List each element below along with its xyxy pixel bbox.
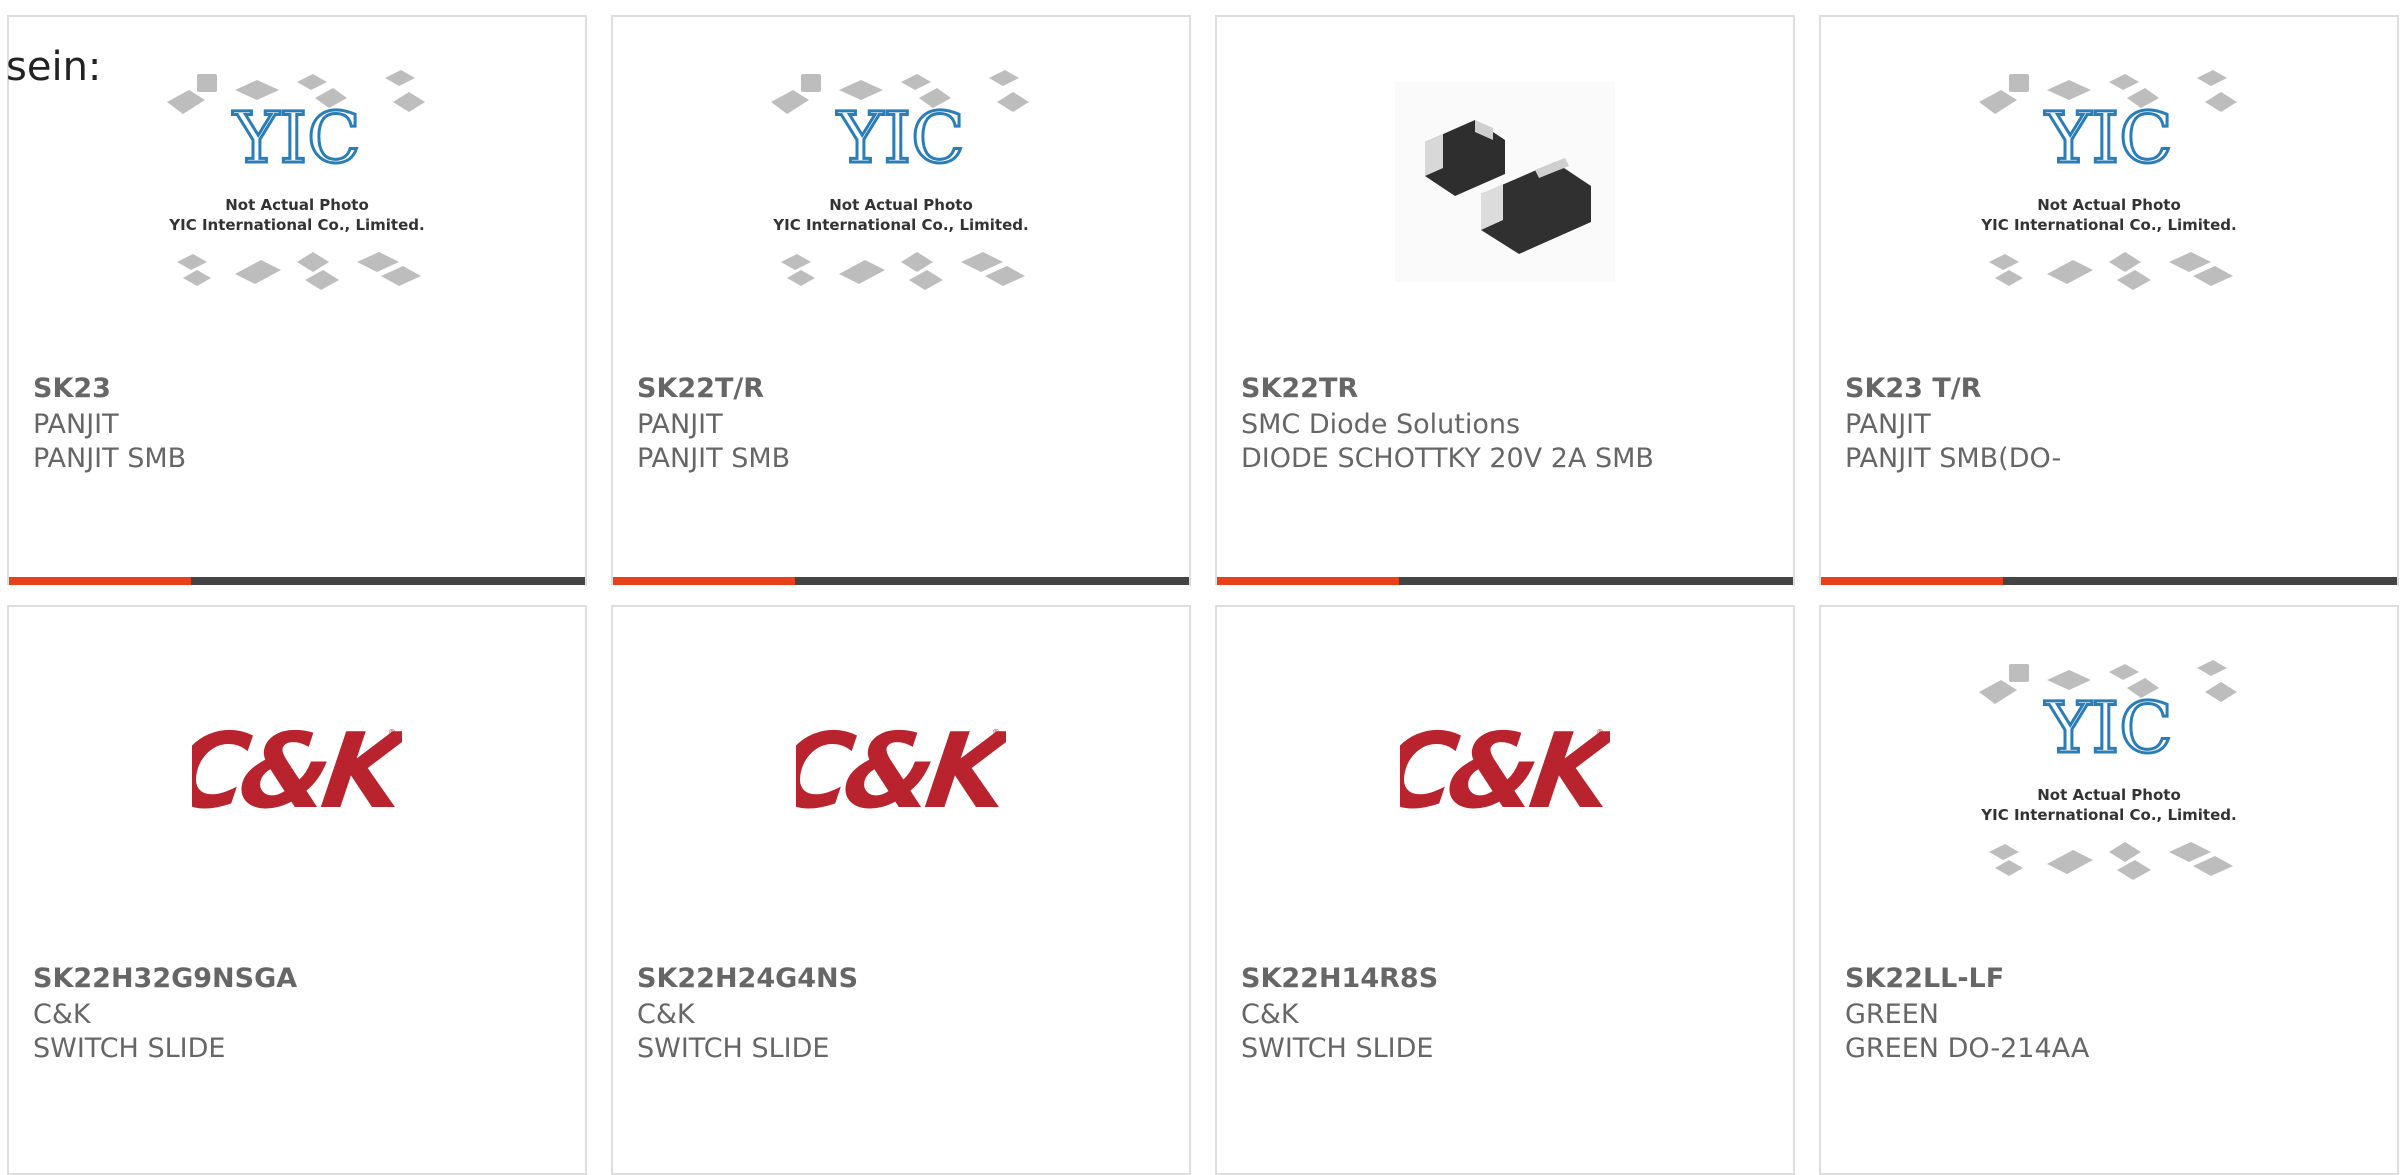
product-description: SWITCH SLIDE <box>33 1033 226 1064</box>
brand-name: PANJIT <box>1845 409 1931 440</box>
part-number[interactable]: SK22H24G4NS <box>637 963 858 994</box>
svg-text:YIC International Co., Limited: YIC International Co., Limited. <box>168 216 424 234</box>
product-image[interactable]: C&K ® <box>9 607 585 937</box>
product-description: PANJIT SMB <box>637 443 791 474</box>
svg-text:YIC International Co., Limited: YIC International Co., Limited. <box>1980 216 2236 234</box>
card-accent-bar <box>613 577 795 585</box>
product-card[interactable]: C&K ® SK22H14R8S C&K SWITCH SLIDE <box>1215 605 1795 1175</box>
product-description: DIODE SCHOTTKY 20V 2A SMB <box>1241 443 1654 474</box>
svg-text:®: ® <box>1596 728 1604 737</box>
svg-text:YIC International Co., Limited: YIC International Co., Limited. <box>772 216 1028 234</box>
product-card[interactable]: C&K ® SK22H32G9NSGA C&K SWITCH SLIDE <box>7 605 587 1175</box>
svg-text:C&K: C&K <box>192 717 402 827</box>
product-card[interactable]: YIC Not Actual Photo YIC International C… <box>611 15 1191 585</box>
card-bottom-bar <box>1821 577 2397 585</box>
svg-text:YIC: YIC <box>836 97 964 179</box>
svg-text:Not Actual Photo: Not Actual Photo <box>2037 786 2181 804</box>
diode-photo <box>1395 82 1615 282</box>
brand-name: C&K <box>1241 999 1299 1030</box>
card-bottom-bar <box>1217 577 1793 585</box>
yic-placeholder-image: YIC Not Actual Photo YIC International C… <box>1979 70 2237 290</box>
card-accent-bar <box>1821 577 2003 585</box>
svg-text:YIC: YIC <box>2044 97 2172 179</box>
card-accent-bar <box>1217 577 1399 585</box>
card-bottom-bar <box>613 577 1189 585</box>
product-description: SWITCH SLIDE <box>1241 1033 1434 1064</box>
part-number[interactable]: SK22TR <box>1241 373 1358 404</box>
brand-name: SMC Diode Solutions <box>1241 409 1521 440</box>
svg-text:Not Actual Photo: Not Actual Photo <box>225 196 369 214</box>
brand-name: PANJIT <box>33 409 119 440</box>
yic-placeholder-image: YIC Not Actual Photo YIC International C… <box>167 70 425 290</box>
part-number[interactable]: SK22T/R <box>637 373 764 404</box>
lead-text: sein: <box>6 44 102 90</box>
product-description: SWITCH SLIDE <box>637 1033 830 1064</box>
brand-name: GREEN <box>1845 999 1939 1030</box>
brand-name: PANJIT <box>637 409 723 440</box>
card-accent-bar <box>9 577 191 585</box>
ck-logo: C&K ® <box>192 717 402 827</box>
part-number[interactable]: SK23 <box>33 373 111 404</box>
svg-text:YIC International Co., Limited: YIC International Co., Limited. <box>1980 806 2236 824</box>
card-bottom-bar <box>9 577 585 585</box>
ck-logo: C&K ® <box>796 717 1006 827</box>
svg-text:YIC: YIC <box>232 97 360 179</box>
product-image[interactable]: C&K ® <box>613 607 1189 937</box>
part-number[interactable]: SK22H32G9NSGA <box>33 963 297 994</box>
yic-placeholder-image: YIC Not Actual Photo YIC International C… <box>771 70 1029 290</box>
product-card[interactable]: YIC Not Actual Photo YIC International C… <box>1819 605 2399 1175</box>
product-grid: YIC Not Actual Photo YIC International C… <box>0 0 2400 1175</box>
brand-name: C&K <box>33 999 91 1030</box>
yic-placeholder-image: YIC Not Actual Photo YIC International C… <box>1979 660 2237 880</box>
svg-text:®: ® <box>388 728 396 737</box>
product-card[interactable]: YIC Not Actual Photo YIC International C… <box>1819 15 2399 585</box>
product-image[interactable]: YIC Not Actual Photo YIC International C… <box>1821 607 2397 937</box>
ck-logo: C&K ® <box>1400 717 1610 827</box>
product-description: PANJIT SMB(DO- <box>1845 443 2062 474</box>
svg-text:Not Actual Photo: Not Actual Photo <box>2037 196 2181 214</box>
product-image[interactable] <box>1217 17 1793 347</box>
product-card[interactable]: C&K ® SK22H24G4NS C&K SWITCH SLIDE <box>611 605 1191 1175</box>
brand-name: C&K <box>637 999 695 1030</box>
product-description: GREEN DO-214AA <box>1845 1033 2090 1064</box>
svg-text:Not Actual Photo: Not Actual Photo <box>829 196 973 214</box>
product-card[interactable]: YIC Not Actual Photo YIC International C… <box>7 15 587 585</box>
product-image[interactable]: C&K ® <box>1217 607 1793 937</box>
svg-text:C&K: C&K <box>1400 717 1610 827</box>
part-number[interactable]: SK22H14R8S <box>1241 963 1438 994</box>
product-description: PANJIT SMB <box>33 443 187 474</box>
svg-text:C&K: C&K <box>796 717 1006 827</box>
product-card[interactable]: SK22TR SMC Diode Solutions DIODE SCHOTTK… <box>1215 15 1795 585</box>
product-image[interactable]: YIC Not Actual Photo YIC International C… <box>1821 17 2397 347</box>
part-number[interactable]: SK22LL-LF <box>1845 963 2004 994</box>
product-image[interactable]: YIC Not Actual Photo YIC International C… <box>613 17 1189 347</box>
svg-text:®: ® <box>992 728 1000 737</box>
svg-text:YIC: YIC <box>2044 687 2172 769</box>
part-number[interactable]: SK23 T/R <box>1845 373 1981 404</box>
